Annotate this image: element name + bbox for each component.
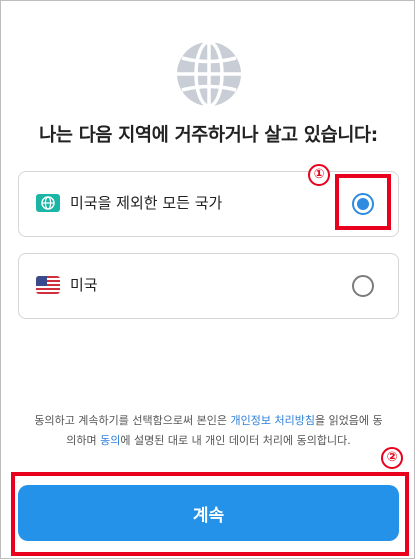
radio-us[interactable] xyxy=(352,275,374,297)
privacy-policy-link[interactable]: 개인정보 처리방침 xyxy=(230,414,314,427)
step-marker-2: ② xyxy=(381,447,403,469)
highlight-box-continue xyxy=(11,472,409,556)
consent-link[interactable]: 동의 xyxy=(100,434,120,447)
consent-text-part: 에 설명된 대로 내 개인 데이터 처리에 동의합니다. xyxy=(120,434,351,447)
consent-text-part: 동의하고 계속하기를 선택함으로써 본인은 xyxy=(34,414,231,427)
globe-icon xyxy=(176,40,242,108)
highlight-box-radio xyxy=(335,174,391,230)
option-us[interactable]: 미국 xyxy=(18,253,399,319)
step-marker-1: ① xyxy=(308,164,330,186)
consent-screen: 나는 다음 지역에 거주하거나 살고 있습니다: 미국을 제외한 모든 국가 미… xyxy=(0,0,415,559)
option-label: 미국을 제외한 모든 국가 xyxy=(70,194,223,212)
option-label: 미국 xyxy=(70,276,98,294)
world-icon xyxy=(36,194,60,212)
consent-text: 동의하고 계속하기를 선택함으로써 본인은 개인정보 처리방침을 읽었음에 동의… xyxy=(31,411,386,451)
page-title: 나는 다음 지역에 거주하거나 살고 있습니다: xyxy=(39,125,378,146)
us-flag-icon xyxy=(36,276,60,294)
